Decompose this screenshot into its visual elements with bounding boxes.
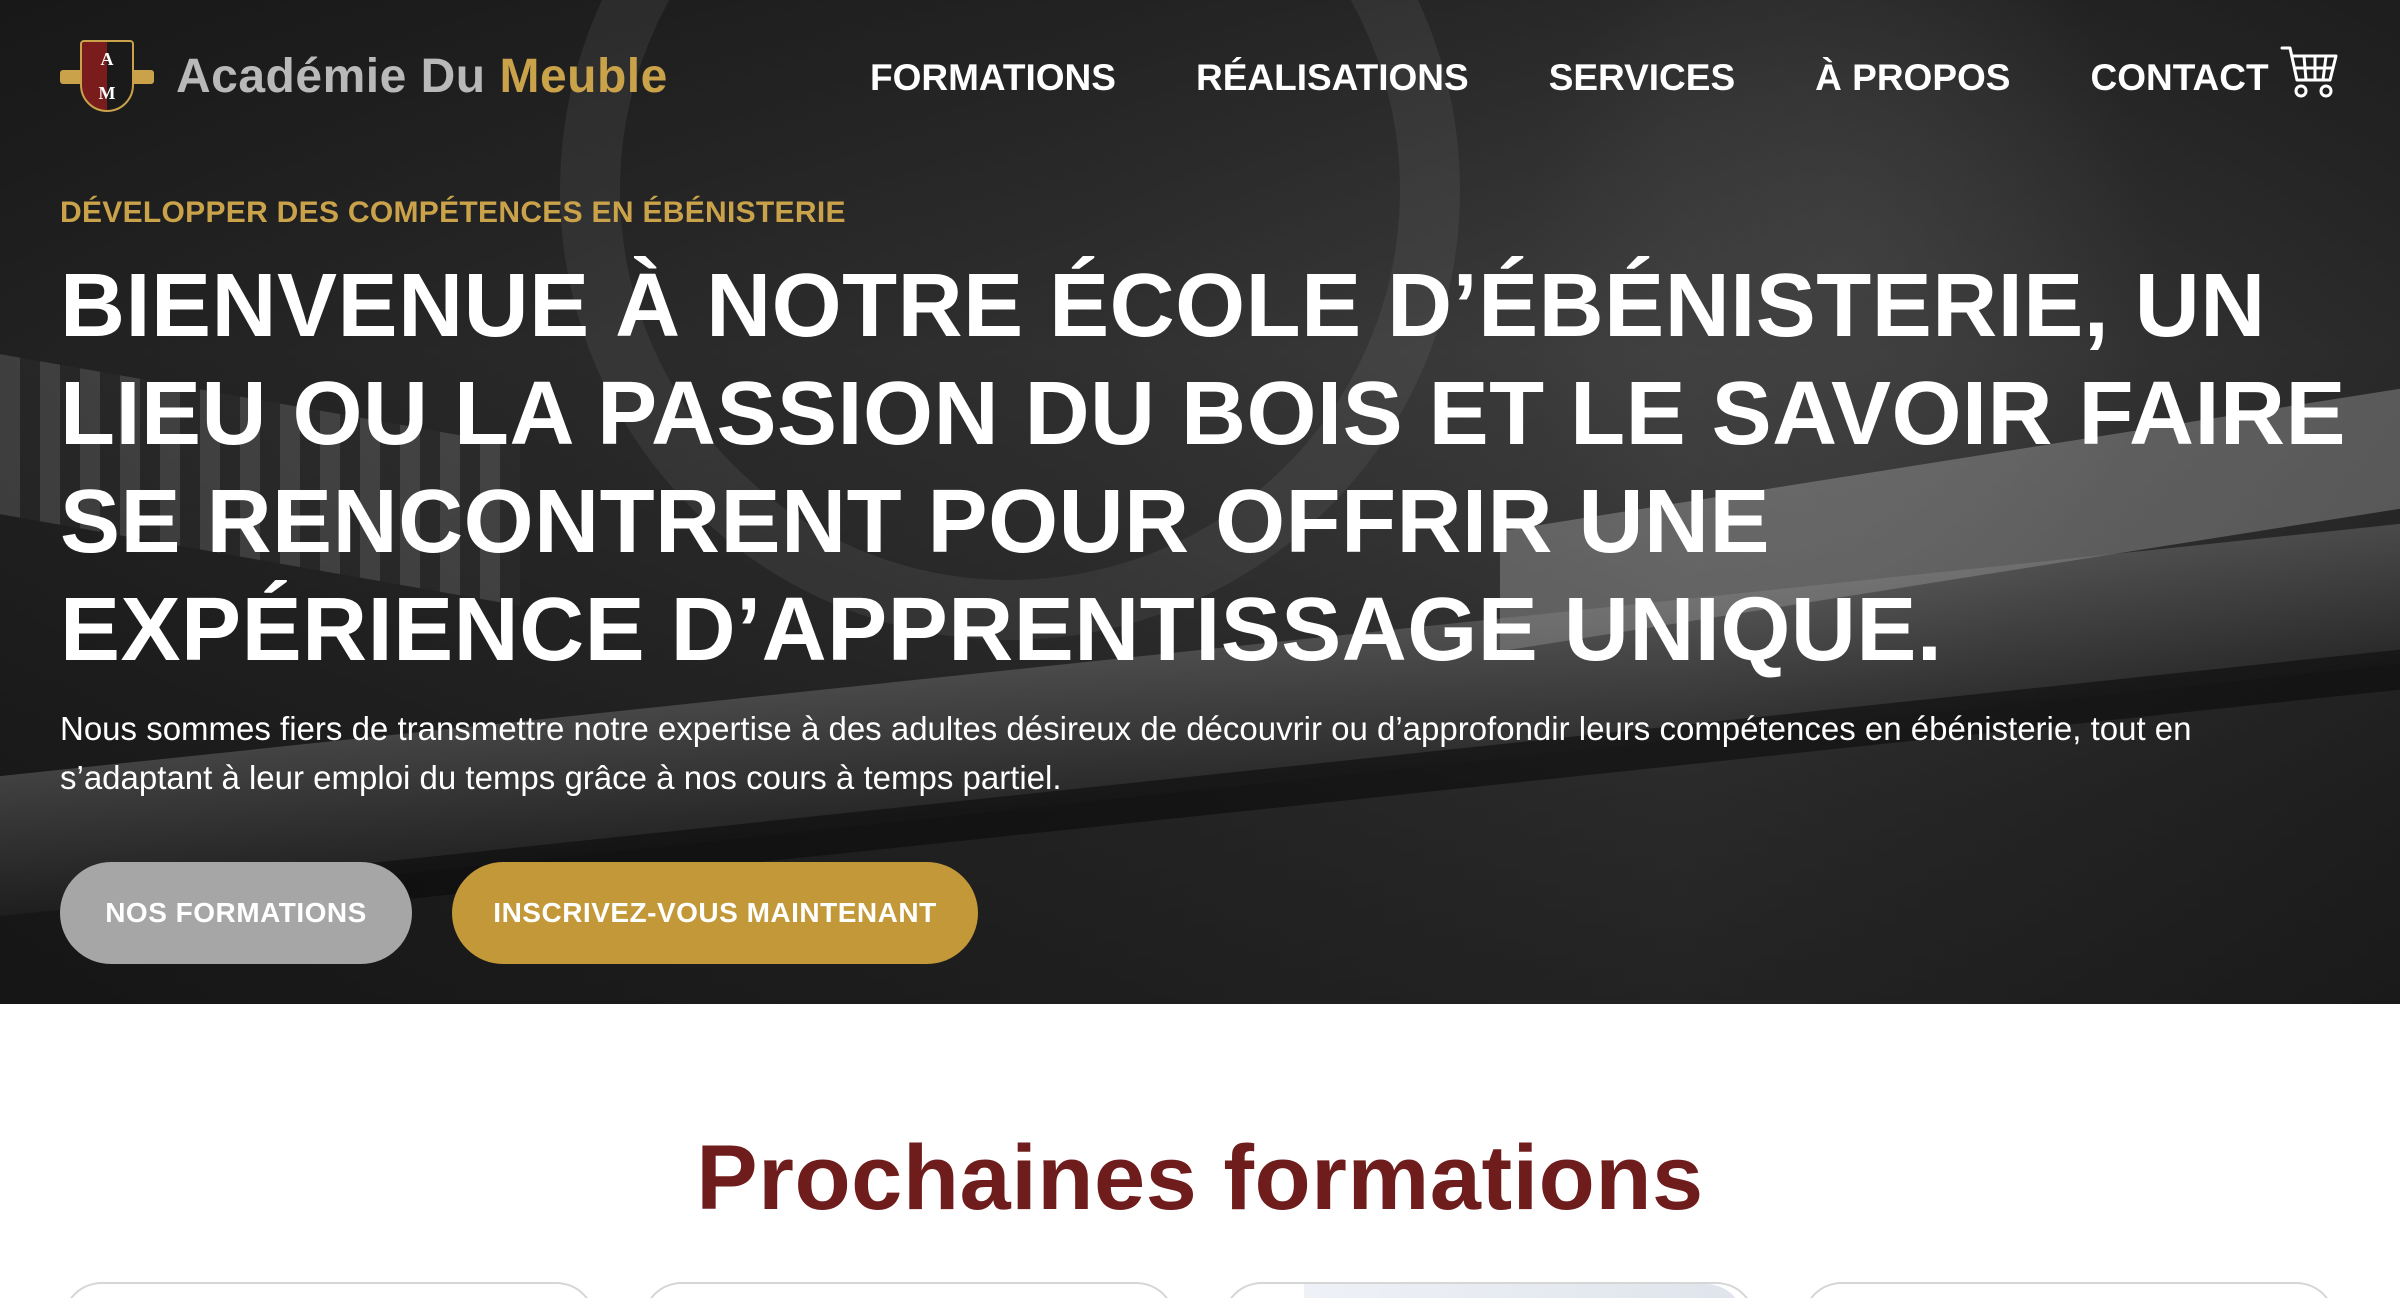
brand-name-part1: Académie Du bbox=[176, 49, 486, 103]
nav-item-realisations[interactable]: RÉALISATIONS bbox=[1196, 56, 1469, 100]
formation-card[interactable] bbox=[62, 1282, 596, 1298]
main-nav: FORMATIONS RÉALISATIONS SERVICES À PROPO… bbox=[870, 56, 2269, 100]
nos-formations-button[interactable]: NOS FORMATIONS bbox=[60, 862, 412, 964]
formation-card[interactable] bbox=[642, 1282, 1176, 1298]
upcoming-section-title: Prochaines formations bbox=[696, 1127, 1704, 1229]
nav-item-contact[interactable]: CONTACT bbox=[2090, 56, 2268, 100]
nav-item-services[interactable]: SERVICES bbox=[1549, 56, 1735, 100]
site-header: AM Académie Du Meuble FORMATIONS RÉALISA… bbox=[0, 0, 2400, 160]
formation-card[interactable] bbox=[1802, 1282, 2336, 1298]
formation-card-image bbox=[1304, 1284, 1744, 1298]
nav-item-formations[interactable]: FORMATIONS bbox=[870, 56, 1116, 100]
logo-link[interactable]: AM Académie Du Meuble bbox=[60, 40, 668, 112]
hero-kicker: DÉVELOPPER DES COMPÉTENCES EN ÉBÉNISTERI… bbox=[60, 196, 846, 229]
inscrivez-vous-button[interactable]: INSCRIVEZ-VOUS MAINTENANT bbox=[452, 862, 978, 964]
nav-item-a-propos[interactable]: À PROPOS bbox=[1815, 56, 2010, 100]
shopping-cart-icon[interactable] bbox=[2280, 44, 2338, 100]
hero-headline: BIENVENUE À NOTRE ÉCOLE D’ÉBÉNISTERIE, U… bbox=[60, 256, 2347, 680]
hero-lead-text: Nous sommes fiers de transmettre notre e… bbox=[60, 710, 2192, 796]
brand-name-part2: Meuble bbox=[499, 49, 668, 103]
logo-crest-icon: AM bbox=[60, 40, 154, 112]
hero-section: AM Académie Du Meuble FORMATIONS RÉALISA… bbox=[0, 0, 2400, 1004]
formation-card[interactable] bbox=[1222, 1282, 1756, 1298]
brand-name: Académie Du Meuble bbox=[176, 49, 668, 104]
